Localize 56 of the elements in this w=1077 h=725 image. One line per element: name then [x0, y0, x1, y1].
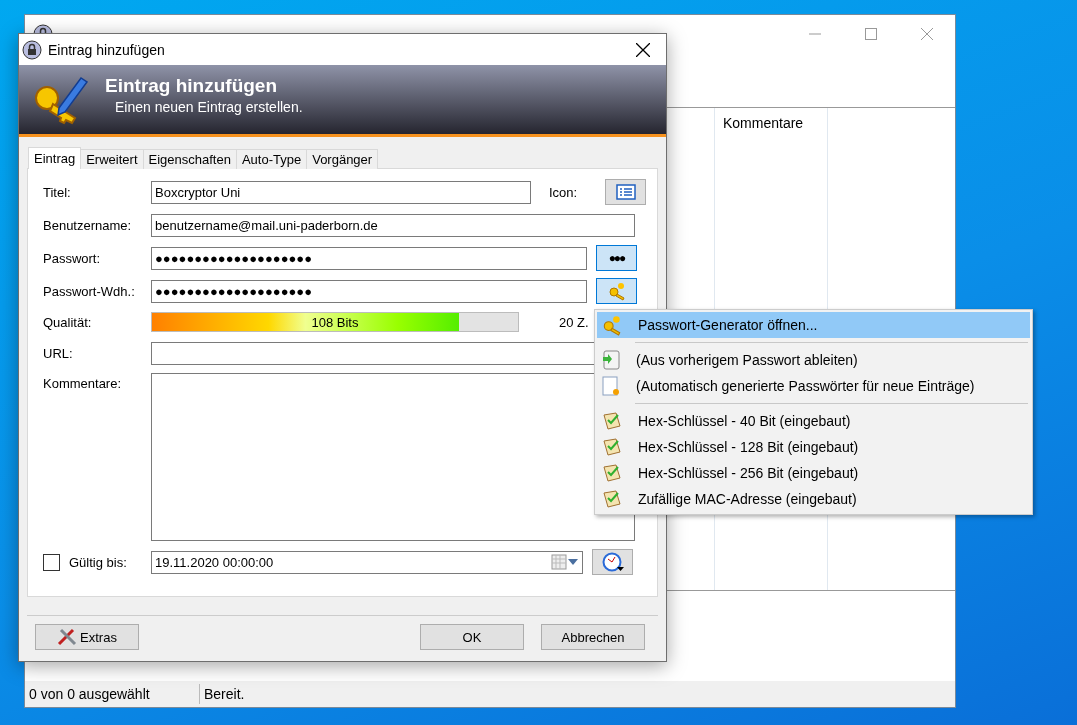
key-icon [601, 314, 623, 336]
field-label: Benutzername: [43, 217, 133, 233]
maximize-icon [865, 28, 877, 40]
tools-icon [57, 628, 78, 646]
list-icon [615, 184, 636, 200]
minimize-icon [809, 33, 821, 35]
checklist-icon [601, 411, 623, 431]
key-icon [606, 281, 627, 301]
banner-title: Eintrag hinzufügen [105, 74, 279, 97]
tab[interactable]: Auto-Type [235, 149, 308, 169]
menu-item[interactable]: (Automatisch generierte Passwörter für neue Einträge) [597, 373, 1030, 399]
cancel-button[interactable]: Abbrechen [541, 624, 645, 650]
field-label: Qualität: [43, 314, 93, 330]
checklist-icon [601, 489, 623, 509]
banner-subtitle: Einen neuen Eintrag erstellen. [114, 98, 303, 115]
menu-item[interactable]: Zufällige MAC-Adresse (eingebaut) [597, 486, 1030, 512]
length-count: 20 Z. [559, 314, 589, 330]
close-icon [636, 42, 650, 57]
menu-item[interactable]: Hex-Schlüssel - 256 Bit (eingebaut) [597, 460, 1030, 486]
close-icon [921, 28, 933, 40]
show-password-button[interactable]: ●●● [596, 245, 637, 271]
password-field[interactable]: ●●●●●●●●●●●●●●●●●●●● [151, 246, 587, 270]
ok-button[interactable]: OK [420, 624, 524, 650]
time-picker-button[interactable] [592, 549, 633, 575]
field-label: Icon: [549, 184, 579, 200]
lock-icon [22, 39, 42, 60]
field-label: Gültig bis: [69, 554, 128, 570]
generator-button[interactable] [596, 278, 637, 304]
menu-item[interactable]: Passwort-Generator öffnen... [597, 312, 1030, 338]
extras-button[interactable]: Extras [35, 624, 139, 650]
password-field[interactable]: ●●●●●●●●●●●●●●●●●●●● [151, 279, 587, 303]
tab[interactable]: Erweitert [80, 149, 144, 169]
clock-icon [601, 552, 624, 572]
menu-item[interactable]: Hex-Schlüssel - 40 Bit (eingebaut) [597, 408, 1030, 434]
checklist-icon [601, 463, 623, 483]
field-label: Kommentare: [43, 376, 123, 391]
field-label: Titel: [43, 184, 72, 200]
checklist-icon [601, 437, 623, 457]
status-text: 0 von 0 ausgewählt [25, 684, 200, 705]
title-field[interactable]: Boxcryptor Uni [151, 180, 531, 204]
dialog-title: Eintrag hinzufügen [48, 41, 165, 58]
tab[interactable]: Vorgänger [306, 149, 379, 169]
quality-reading: 108 Bits [311, 314, 359, 330]
field-label: URL: [43, 345, 74, 361]
field-label: Passwort-Wdh.: [43, 283, 136, 299]
icon-picker-button[interactable] [605, 179, 646, 205]
menu-item[interactable]: (Aus vorherigem Passwort ableiten) [597, 347, 1030, 373]
calendar-icon [551, 554, 579, 570]
checkbox[interactable] [43, 553, 60, 571]
date-field[interactable]: 19.11.2020 00:00:00 [151, 550, 583, 574]
field-label: Passwort: [43, 250, 102, 266]
tab[interactable]: Eintrag [28, 147, 82, 169]
status-text: Bereit. [203, 685, 246, 705]
tab[interactable]: Eigenschaften [142, 149, 237, 169]
input-field[interactable]: benutzername@mail.uni-paderborn.de [151, 213, 635, 237]
menu-item[interactable]: Hex-Schlüssel - 128 Bit (eingebaut) [597, 434, 1030, 460]
